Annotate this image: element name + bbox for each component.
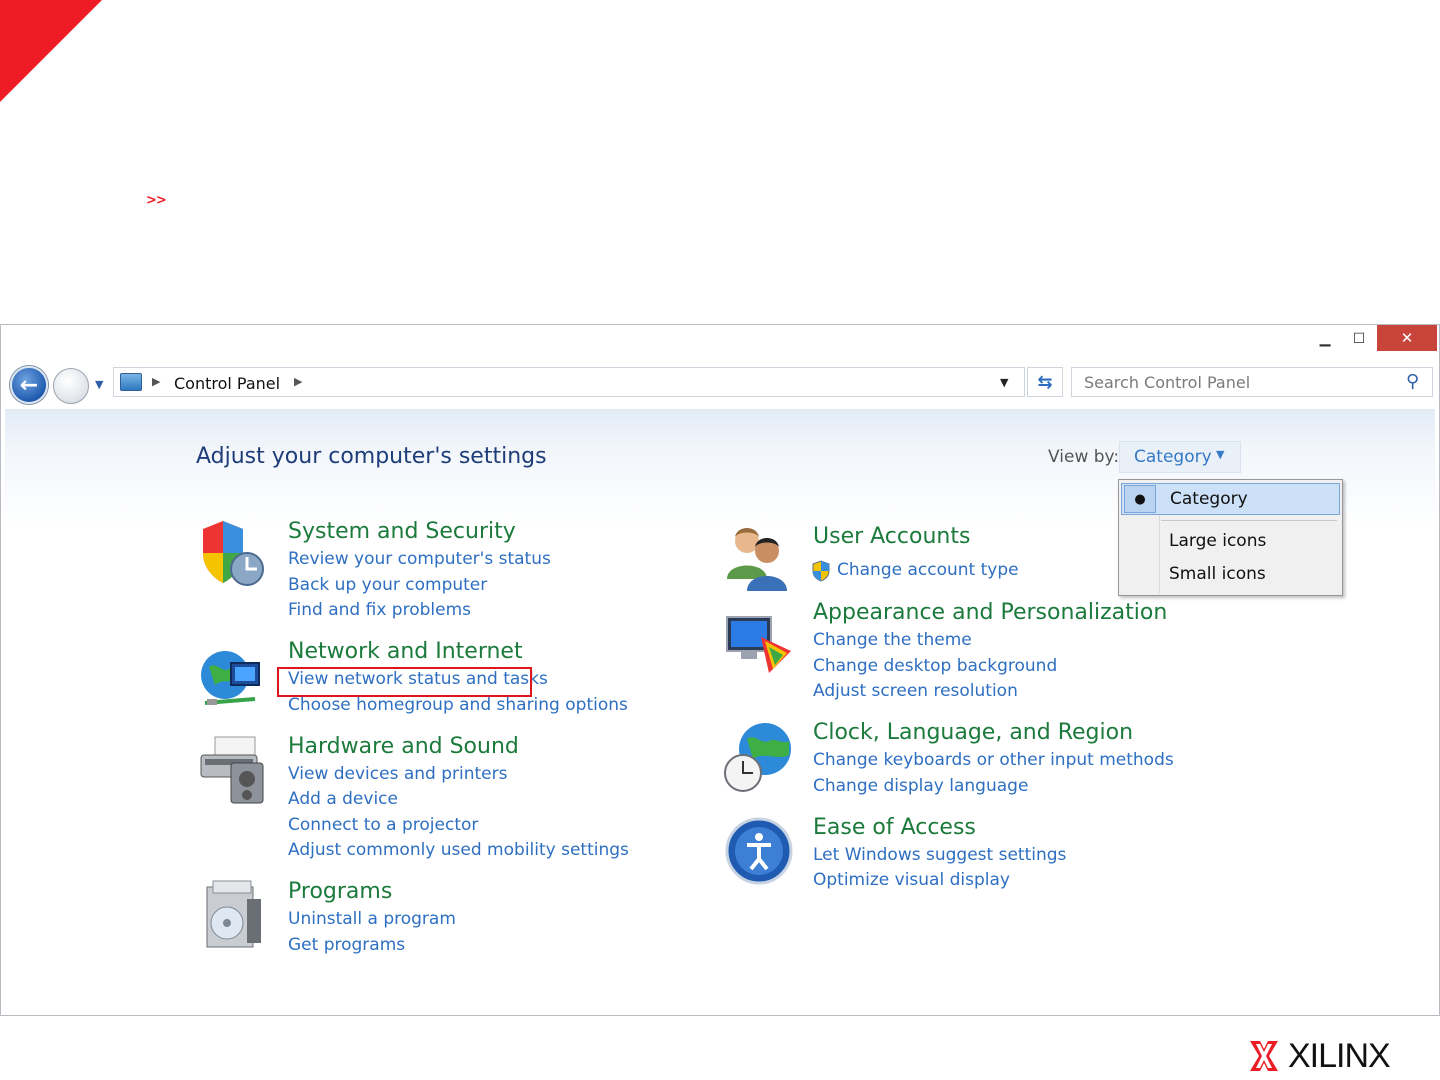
globe-clock-icon[interactable]	[721, 717, 799, 795]
menu-item-label: Small icons	[1169, 564, 1266, 584]
slide: >> ▁ ☐ ✕ ← ▼ ▶ Control Panel ▶ ▼ ⇆ Searc…	[0, 0, 1440, 1080]
slide-bullet: >>	[146, 193, 167, 208]
close-icon[interactable]: ✕	[1377, 325, 1437, 351]
content-area: Adjust your computer's settings View by:…	[5, 409, 1435, 1013]
link-screen-resolution[interactable]: Adjust screen resolution	[813, 681, 1018, 701]
link-change-account-type[interactable]: Change account type	[837, 560, 1019, 580]
corner-accent	[0, 0, 102, 102]
breadcrumb-control-panel[interactable]: Control Panel	[174, 374, 280, 393]
navigation-bar: ← ▼ ▶ Control Panel ▶ ▼ ⇆ Search Control…	[1, 363, 1440, 405]
search-icon[interactable]: ⚲	[1406, 371, 1419, 392]
link-mobility-settings[interactable]: Adjust commonly used mobility settings	[288, 840, 629, 860]
xilinx-logo: XILINX	[1250, 1036, 1391, 1075]
link-uninstall-program[interactable]: Uninstall a program	[288, 909, 456, 929]
link-review-status[interactable]: Review your computer's status	[288, 549, 551, 569]
xilinx-wordmark: XILINX	[1288, 1036, 1391, 1075]
title-bar: ▁ ☐ ✕	[1, 325, 1440, 355]
view-by-label: View by:	[1048, 447, 1120, 467]
search-box[interactable]: Search Control Panel ⚲	[1071, 367, 1433, 397]
link-change-theme[interactable]: Change the theme	[813, 630, 972, 650]
link-homegroup-sharing[interactable]: Choose homegroup and sharing options	[288, 695, 628, 715]
page-title: Adjust your computer's settings	[196, 444, 547, 469]
menu-item-small-icons[interactable]: Small icons	[1121, 559, 1340, 591]
menu-separator	[1161, 520, 1337, 521]
view-by-dropdown[interactable]: Category ▼	[1119, 441, 1241, 473]
link-connect-projector[interactable]: Connect to a projector	[288, 815, 478, 835]
minimize-icon[interactable]: ▁	[1311, 327, 1339, 351]
link-devices-printers[interactable]: View devices and printers	[288, 764, 507, 784]
link-find-fix[interactable]: Find and fix problems	[288, 600, 471, 620]
highlight-box	[277, 667, 532, 697]
users-icon[interactable]	[721, 517, 799, 595]
address-bar[interactable]: ▶ Control Panel ▶ ▼	[113, 367, 1025, 397]
xilinx-mark-icon	[1250, 1041, 1278, 1071]
ease-of-access-icon[interactable]	[721, 813, 799, 891]
monitor-palette-icon[interactable]	[721, 607, 799, 685]
control-panel-window: ▁ ☐ ✕ ← ▼ ▶ Control Panel ▶ ▼ ⇆ Search C…	[0, 324, 1440, 1016]
address-dropdown-icon[interactable]: ▼	[1000, 376, 1008, 389]
network-globe-icon[interactable]	[195, 641, 273, 719]
menu-item-label: Large icons	[1169, 531, 1267, 551]
link-display-language[interactable]: Change display language	[813, 776, 1028, 796]
category-system-and-security[interactable]: System and Security	[288, 519, 516, 544]
link-get-programs[interactable]: Get programs	[288, 935, 405, 955]
category-network-and-internet[interactable]: Network and Internet	[288, 639, 523, 664]
back-arrow-icon[interactable]: ←	[10, 366, 48, 404]
link-back-up[interactable]: Back up your computer	[288, 575, 487, 595]
category-hardware-and-sound[interactable]: Hardware and Sound	[288, 734, 519, 759]
view-by-menu: ● Category Large icons Small icons	[1118, 479, 1343, 596]
control-panel-icon	[120, 373, 142, 391]
category-appearance-and-personalization[interactable]: Appearance and Personalization	[813, 600, 1167, 625]
category-programs[interactable]: Programs	[288, 879, 392, 904]
search-input[interactable]: Search Control Panel	[1084, 373, 1250, 392]
menu-item-category[interactable]: ● Category	[1121, 483, 1340, 515]
link-windows-suggest[interactable]: Let Windows suggest settings	[813, 845, 1066, 865]
category-user-accounts[interactable]: User Accounts	[813, 524, 970, 549]
breadcrumb-chevron-icon[interactable]: ▶	[152, 375, 160, 388]
forward-arrow-icon[interactable]	[53, 368, 89, 404]
link-optimize-visual[interactable]: Optimize visual display	[813, 870, 1010, 890]
link-add-device[interactable]: Add a device	[288, 789, 398, 809]
uac-shield-icon	[811, 560, 831, 582]
view-by-value[interactable]: Category	[1134, 447, 1212, 467]
breadcrumb-chevron-icon[interactable]: ▶	[294, 375, 302, 388]
category-ease-of-access[interactable]: Ease of Access	[813, 815, 976, 840]
printer-speaker-icon[interactable]	[195, 729, 273, 807]
category-clock-language-region[interactable]: Clock, Language, and Region	[813, 720, 1133, 745]
selected-bullet-icon: ●	[1124, 485, 1156, 513]
menu-item-label: Category	[1170, 489, 1248, 509]
link-desktop-background[interactable]: Change desktop background	[813, 656, 1057, 676]
refresh-icon[interactable]: ⇆	[1027, 367, 1063, 397]
recent-pages-dropdown-icon[interactable]: ▼	[95, 378, 103, 391]
menu-item-large-icons[interactable]: Large icons	[1121, 526, 1340, 558]
maximize-icon[interactable]: ☐	[1345, 327, 1373, 351]
shield-icon[interactable]	[195, 515, 273, 593]
programs-box-icon[interactable]	[195, 877, 273, 955]
chevron-down-icon[interactable]: ▼	[1216, 448, 1224, 461]
link-keyboards-input[interactable]: Change keyboards or other input methods	[813, 750, 1174, 770]
